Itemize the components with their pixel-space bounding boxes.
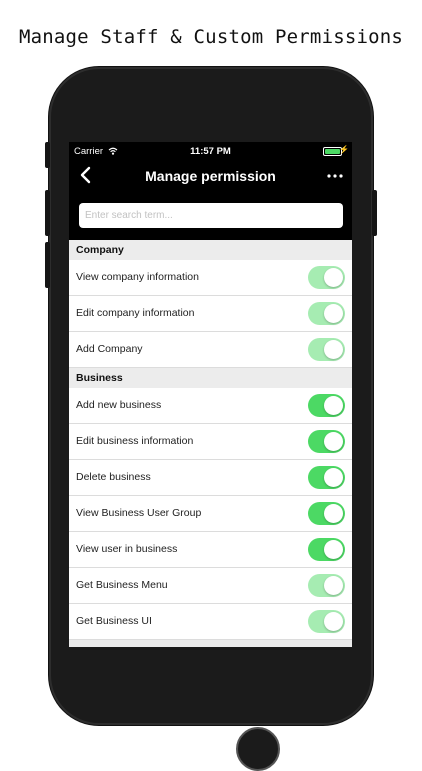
- permission-row: Edit company information: [69, 296, 352, 332]
- permission-row: Delete business: [69, 460, 352, 496]
- permission-label: View company information: [76, 271, 199, 283]
- permission-label: Edit business information: [76, 435, 194, 447]
- permission-toggle[interactable]: [308, 338, 345, 361]
- search-bar: [69, 192, 352, 240]
- permission-label: Add new business: [76, 399, 162, 411]
- toggle-knob: [324, 304, 343, 323]
- search-input[interactable]: [79, 203, 343, 228]
- navigation-bar: Manage permission: [69, 160, 352, 192]
- app-screen: Carrier 11:57 PM ⚡ Manage permission Com…: [69, 142, 352, 647]
- toggle-knob: [324, 468, 343, 487]
- permission-row: View user in business: [69, 532, 352, 568]
- toggle-knob: [324, 576, 343, 595]
- page-title: Manage permission: [145, 168, 276, 184]
- permission-label: View user in business: [76, 543, 178, 555]
- status-bar: Carrier 11:57 PM ⚡: [69, 142, 352, 160]
- toggle-knob: [324, 432, 343, 451]
- mute-switch: [45, 142, 50, 168]
- permission-toggle[interactable]: [308, 302, 345, 325]
- section-header: Business: [69, 368, 352, 388]
- volume-up-button: [45, 190, 50, 236]
- permission-label: Get Business Menu: [76, 579, 168, 591]
- permission-toggle[interactable]: [308, 266, 345, 289]
- charging-icon: ⚡: [339, 145, 349, 154]
- permission-toggle[interactable]: [308, 430, 345, 453]
- status-time: 11:57 PM: [190, 146, 231, 157]
- permission-row: Edit business information: [69, 424, 352, 460]
- page-caption: Manage Staff & Custom Permissions: [18, 26, 404, 48]
- permission-toggle[interactable]: [308, 610, 345, 633]
- power-button: [372, 190, 377, 236]
- toggle-knob: [324, 340, 343, 359]
- permission-toggle[interactable]: [308, 466, 345, 489]
- home-button[interactable]: [236, 727, 280, 771]
- toggle-knob: [324, 540, 343, 559]
- permission-toggle[interactable]: [308, 538, 345, 561]
- permission-row: View Business User Group: [69, 496, 352, 532]
- permission-label: Delete business: [76, 471, 151, 483]
- toggle-knob: [324, 268, 343, 287]
- section-header: Company: [69, 240, 352, 260]
- volume-down-button: [45, 242, 50, 288]
- permission-label: Add Company: [76, 343, 143, 355]
- permission-toggle[interactable]: [308, 574, 345, 597]
- permission-toggle[interactable]: [308, 502, 345, 525]
- permission-list: Company View company information Edit comp…: [69, 240, 352, 640]
- permission-row: Get Business UI: [69, 604, 352, 640]
- permission-row: View company information: [69, 260, 352, 296]
- more-icon[interactable]: [324, 168, 346, 184]
- permission-label: View Business User Group: [76, 507, 202, 519]
- permission-label: Get Business UI: [76, 615, 152, 627]
- toggle-knob: [324, 396, 343, 415]
- toggle-knob: [324, 612, 343, 631]
- permission-label: Edit company information: [76, 307, 195, 319]
- permission-row: Get Business Menu: [69, 568, 352, 604]
- toggle-knob: [324, 504, 343, 523]
- permission-toggle[interactable]: [308, 394, 345, 417]
- permission-row: Add Company: [69, 332, 352, 368]
- permission-row: Add new business: [69, 388, 352, 424]
